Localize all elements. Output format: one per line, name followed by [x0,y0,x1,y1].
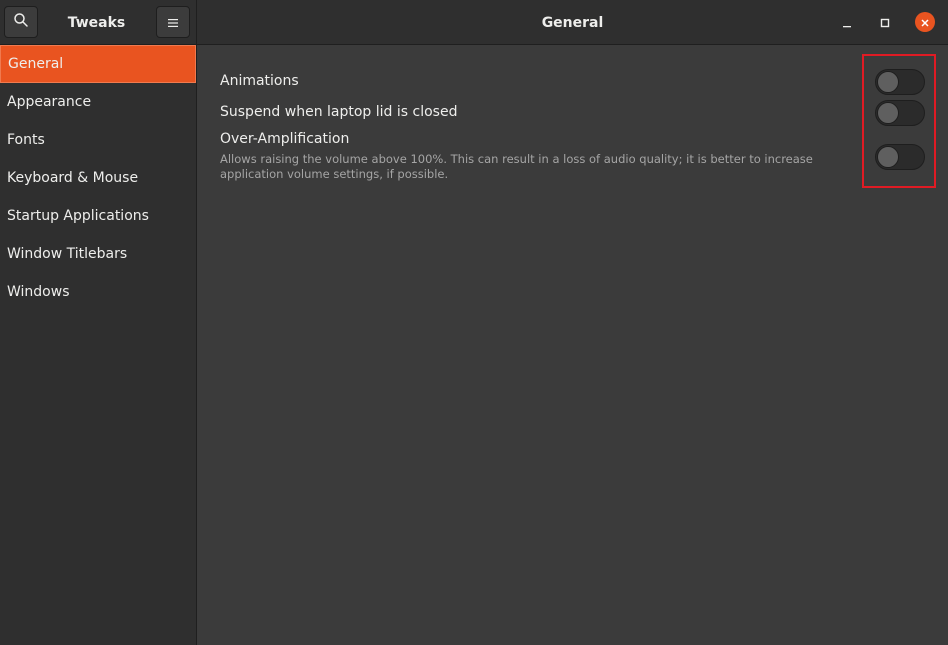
close-icon [920,13,930,32]
sidebar-item-label: General [8,56,64,72]
sidebar-item-label: Startup Applications [7,208,149,224]
page-title: General [541,14,604,31]
animations-label: Animations [220,73,299,89]
sidebar-item-keyboard-mouse[interactable]: Keyboard & Mouse [0,159,196,197]
sidebar-item-fonts[interactable]: Fonts [0,121,196,159]
hamburger-menu-icon [167,13,179,32]
menu-button[interactable] [156,6,190,38]
highlight-box [862,54,936,188]
app-title: Tweaks [67,14,126,31]
search-icon [13,12,29,32]
maximize-icon [880,13,890,32]
sidebar-item-label: Appearance [7,94,92,110]
sidebar: General Appearance Fonts Keyboard & Mous… [0,45,197,645]
main-headerbar: General [197,0,948,45]
general-settings-panel: Animations Suspend when laptop lid is cl… [197,45,948,645]
sidebar-item-windows[interactable]: Windows [0,273,196,311]
search-button[interactable] [4,6,38,38]
minimize-icon [842,13,852,32]
sidebar-item-general[interactable]: General [0,45,196,83]
sidebar-item-appearance[interactable]: Appearance [0,83,196,121]
sidebar-item-label: Windows [7,284,70,300]
over-amplification-label: Over-Amplification [220,131,350,147]
sidebar-item-label: Fonts [7,132,45,148]
sidebar-headerbar: Tweaks [0,0,197,45]
sidebar-item-label: Window Titlebars [7,246,128,262]
sidebar-item-label: Keyboard & Mouse [7,170,139,186]
sidebar-item-startup-applications[interactable]: Startup Applications [0,197,196,235]
suspend-lid-label: Suspend when laptop lid is closed [220,104,458,120]
close-button[interactable] [915,12,935,32]
sidebar-item-window-titlebars[interactable]: Window Titlebars [0,235,196,273]
maximize-button[interactable] [875,12,895,32]
minimize-button[interactable] [837,12,857,32]
over-amplification-description: Allows raising the volume above 100%. Th… [220,152,813,181]
